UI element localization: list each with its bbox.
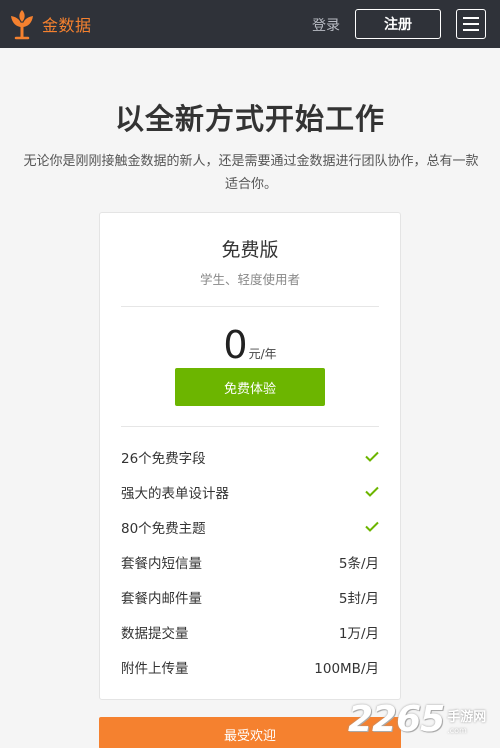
feature-value: 5封/月 xyxy=(338,590,379,607)
feature-item: 数据提交量 1万/月 xyxy=(121,614,379,649)
tree-logo-icon xyxy=(11,10,33,40)
feature-list: 26个免费字段 强大的表单设计器 80个免费主题 套餐内短信量 5条/月 套餐内… xyxy=(121,439,379,684)
watermark-text: 手游网 .com xyxy=(447,710,486,736)
plan-price: 0元/年 xyxy=(100,323,400,367)
feature-value: 100MB/月 xyxy=(314,660,379,677)
hamburger-menu-icon[interactable] xyxy=(456,9,486,39)
site-watermark: 2265 手游网 .com xyxy=(348,692,500,740)
feature-label: 套餐内短信量 xyxy=(121,555,202,572)
watermark-chinese: 手游网 xyxy=(447,710,487,725)
login-link[interactable]: 登录 xyxy=(312,15,340,35)
check-icon xyxy=(365,451,379,462)
feature-item: 套餐内邮件量 5封/月 xyxy=(121,579,379,614)
feature-label: 套餐内邮件量 xyxy=(121,590,202,607)
page-subtitle: 无论你是刚刚接触金数据的新人，还是需要通过金数据进行团队协作，总有一款适合你。 xyxy=(23,154,479,192)
pricing-card-free: 免费版 学生、轻度使用者 0元/年 免费体验 26个免费字段 强大的表单设计器 … xyxy=(99,212,401,700)
feature-item: 套餐内短信量 5条/月 xyxy=(121,544,379,579)
feature-label: 强大的表单设计器 xyxy=(121,485,229,502)
check-icon xyxy=(365,521,379,532)
price-amount: 0 xyxy=(223,323,248,367)
plan-name: 免费版 xyxy=(221,239,279,261)
feature-value: 1万/月 xyxy=(338,625,379,642)
divider xyxy=(121,426,379,427)
divider xyxy=(121,306,379,307)
plan-description: 学生、轻度使用者 xyxy=(199,272,300,287)
brand-name: 金数据 xyxy=(42,16,92,35)
watermark-latin: .com xyxy=(447,726,467,735)
feature-label: 26个免费字段 xyxy=(121,450,206,467)
feature-label: 80个免费主题 xyxy=(121,520,206,537)
feature-value: 5条/月 xyxy=(338,555,379,572)
page-title: 以全新方式开始工作 xyxy=(114,102,385,136)
free-trial-button[interactable]: 免费体验 xyxy=(175,368,325,406)
feature-item: 附件上传量 100MB/月 xyxy=(121,649,379,684)
feature-label: 数据提交量 xyxy=(121,625,189,642)
feature-item: 强大的表单设计器 xyxy=(121,474,379,509)
register-button[interactable]: 注册 xyxy=(355,9,441,39)
feature-item: 26个免费字段 xyxy=(121,439,379,474)
top-navbar: 金数据 登录 注册 xyxy=(0,0,500,48)
check-icon xyxy=(365,486,379,497)
brand-logo[interactable]: 金数据 xyxy=(6,0,92,48)
feature-label: 附件上传量 xyxy=(121,660,189,677)
watermark-number: 2265 xyxy=(348,699,445,740)
feature-item: 80个免费主题 xyxy=(121,509,379,544)
price-unit: 元/年 xyxy=(248,347,277,361)
